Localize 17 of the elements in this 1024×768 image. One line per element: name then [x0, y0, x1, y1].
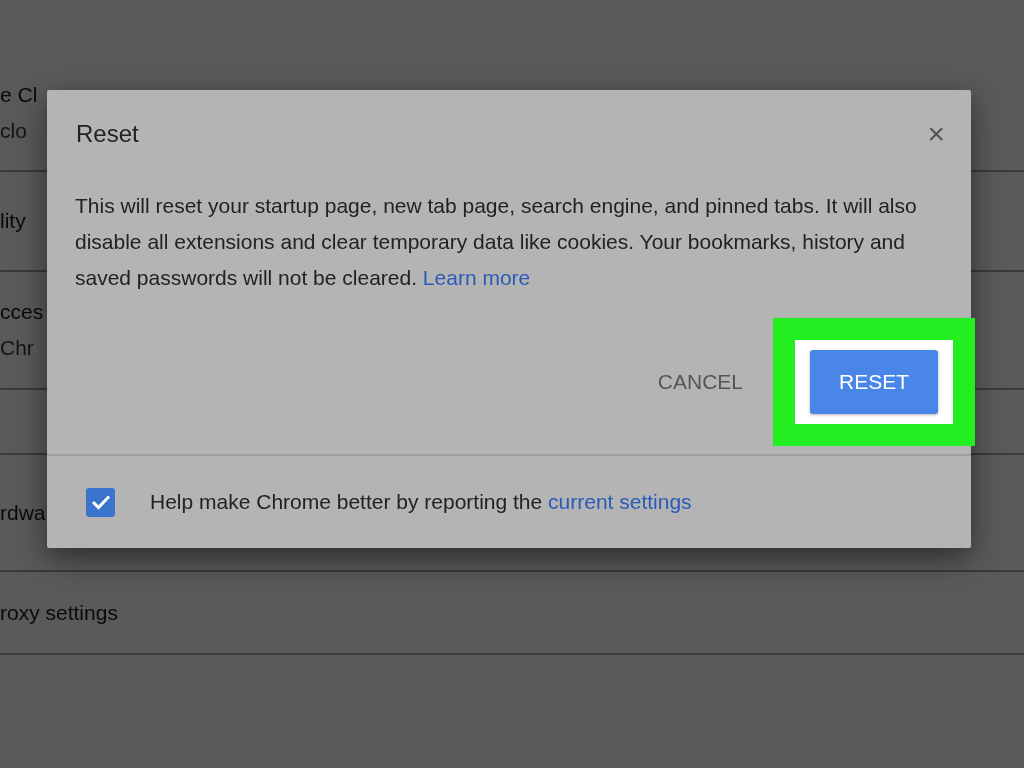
close-button[interactable]: × — [927, 119, 945, 149]
dialog-message: This will reset your startup page, new tab page, search engine, and pinned tabs. It will also disable all extensions and clear temporary data like cookies. Your bookmarks, history and saved passwords will not be cleared. Learn more — [75, 193, 918, 291]
cancel-button[interactable]: CANCEL — [647, 358, 753, 406]
setting-text: rdwa — [0, 499, 46, 526]
setting-text: cces — [0, 299, 44, 325]
learn-more-link[interactable]: Learn more — [422, 266, 531, 289]
checkbox[interactable] — [86, 487, 115, 517]
check-icon — [90, 494, 111, 510]
current-settings-link[interactable]: current settings — [548, 490, 692, 514]
setting-text: roxy settings — [0, 599, 118, 626]
setting-text: e Cl — [0, 81, 38, 108]
setting-text: clo — [0, 117, 27, 144]
setting-text: lity — [0, 208, 26, 234]
setting-text: Chr — [0, 335, 34, 361]
reset-button[interactable]: RESET — [810, 350, 938, 414]
checkbox-label: Help make Chrome better by reporting the current settings — [150, 489, 692, 516]
dialog-title: Reset — [76, 119, 139, 149]
